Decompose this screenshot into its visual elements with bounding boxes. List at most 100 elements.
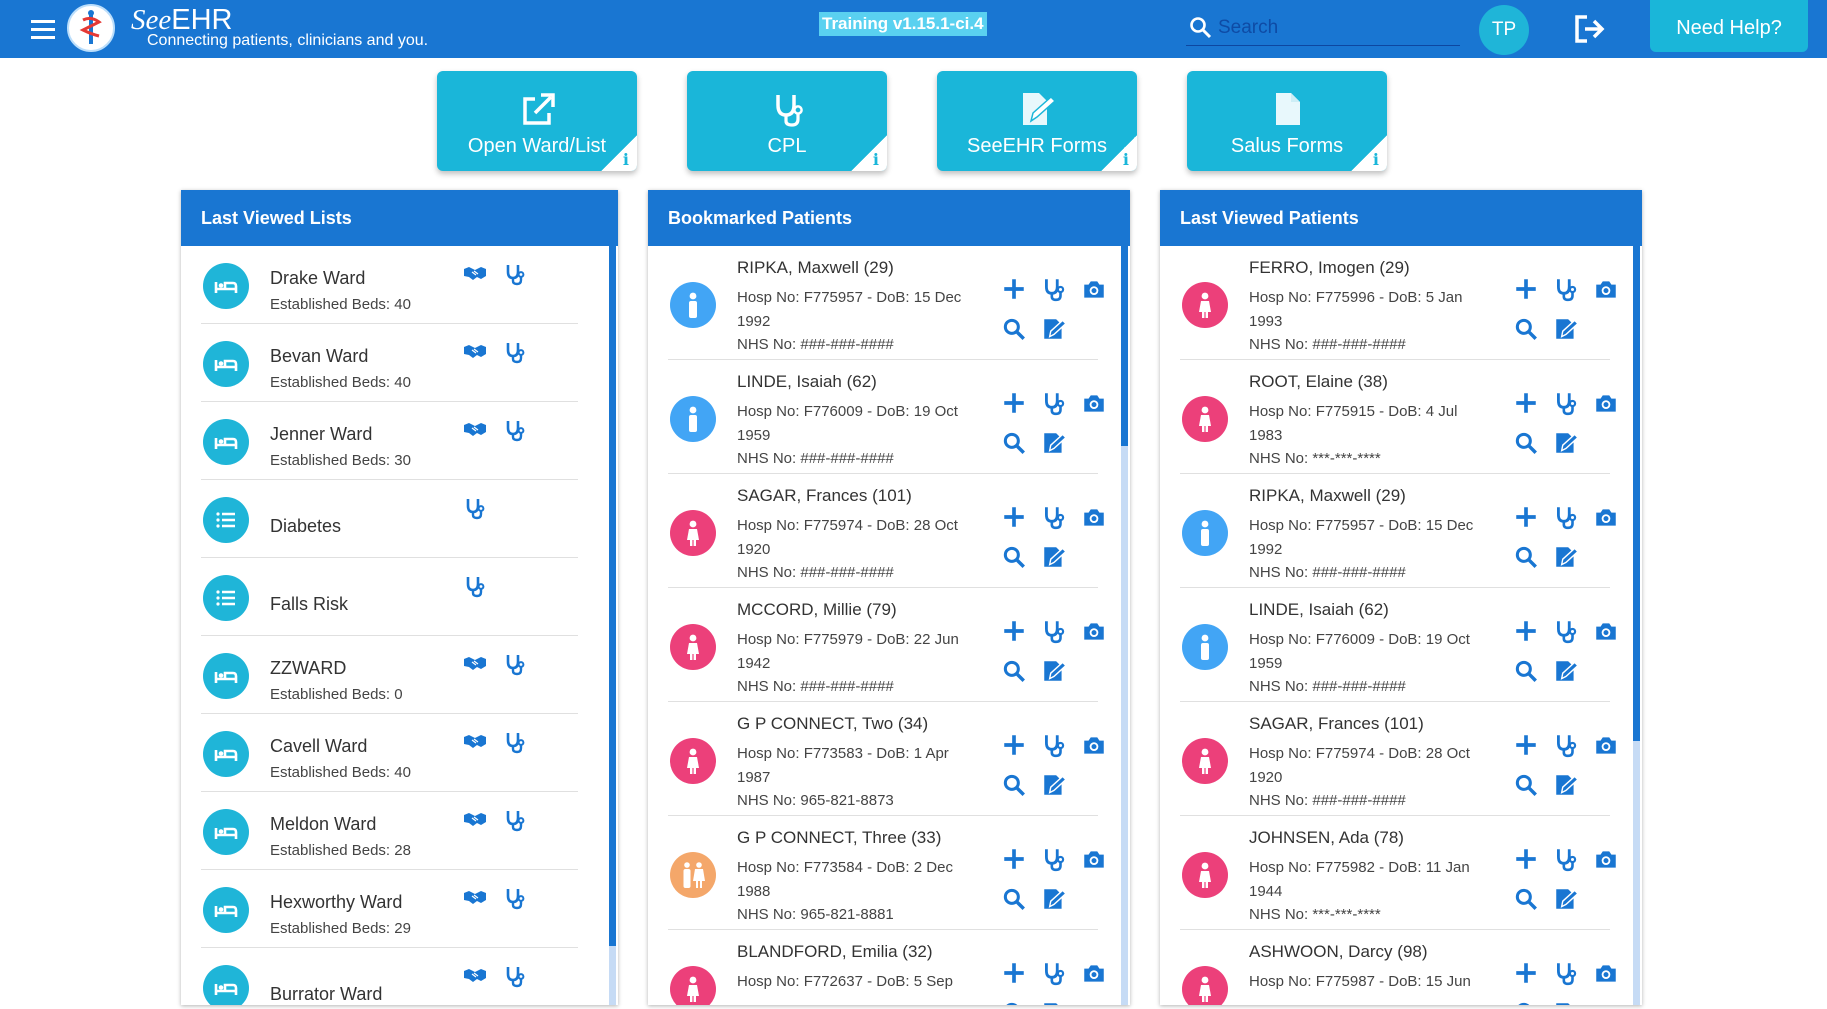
stethoscope-icon[interactable] [503,262,529,286]
stethoscope-icon[interactable] [503,730,529,754]
search-icon[interactable] [1513,544,1539,570]
camera-icon[interactable] [1081,846,1107,872]
edit-form-icon[interactable] [1553,1000,1579,1005]
list-item[interactable]: Meldon Ward Established Beds: 28 [201,792,578,870]
camera-icon[interactable] [1081,276,1107,302]
search-icon[interactable] [1001,1000,1027,1005]
add-icon[interactable] [1001,732,1027,758]
stethoscope-icon[interactable] [463,574,489,598]
patient-name[interactable]: FERRO, Imogen (29) [1249,258,1410,278]
scrollbar[interactable] [609,246,616,1005]
patient-row[interactable]: SAGAR, Frances (101) Hosp No: F775974 - D… [668,474,1104,588]
stethoscope-icon[interactable] [1041,390,1067,416]
info-icon[interactable]: i [601,135,637,171]
search-input[interactable] [1216,13,1460,43]
patient-row[interactable]: RIPKA, Maxwell (29) Hosp No: F775957 - Do… [668,246,1104,360]
stethoscope-icon[interactable] [1041,732,1067,758]
search-icon[interactable] [1001,658,1027,684]
search-icon[interactable] [1513,430,1539,456]
patient-name[interactable]: MCCORD, Millie (79) [737,600,897,620]
camera-icon[interactable] [1081,390,1107,416]
add-icon[interactable] [1001,276,1027,302]
patient-name[interactable]: RIPKA, Maxwell (29) [737,258,894,278]
search-icon[interactable] [1001,886,1027,912]
lists-list[interactable]: Drake Ward Established Beds: 40 Bevan Ward… [181,246,606,1005]
patient-row[interactable]: RIPKA, Maxwell (29) Hosp No: F775957 - Do… [1180,474,1616,588]
menu-icon[interactable] [29,17,57,41]
add-icon[interactable] [1513,276,1539,302]
patient-name[interactable]: BLANDFORD, Emilia (32) [737,942,933,962]
stethoscope-icon[interactable] [503,340,529,364]
add-icon[interactable] [1513,390,1539,416]
camera-icon[interactable] [1593,732,1619,758]
camera-icon[interactable] [1593,276,1619,302]
stethoscope-icon[interactable] [1553,960,1579,986]
handshake-icon[interactable] [463,262,489,286]
list-item[interactable]: Hexworthy Ward Established Beds: 29 [201,870,578,948]
info-icon[interactable]: i [1351,135,1387,171]
patient-row[interactable]: LINDE, Isaiah (62) Hosp No: F776009 - DoB… [1180,588,1616,702]
list-item[interactable]: ZZWARD Established Beds: 0 [201,636,578,714]
camera-icon[interactable] [1081,504,1107,530]
search-icon[interactable] [1001,772,1027,798]
camera-icon[interactable] [1081,618,1107,644]
edit-form-icon[interactable] [1041,772,1067,798]
edit-form-icon[interactable] [1041,316,1067,342]
list-item[interactable]: Bevan Ward Established Beds: 40 [201,324,578,402]
patient-row[interactable]: FERRO, Imogen (29) Hosp No: F775996 - DoB… [1180,246,1616,360]
logout-icon[interactable] [1573,13,1607,45]
bookmarked-patients-list[interactable]: RIPKA, Maxwell (29) Hosp No: F775957 - Do… [648,246,1118,1005]
edit-form-icon[interactable] [1041,430,1067,456]
camera-icon[interactable] [1593,390,1619,416]
patient-row[interactable]: ROOT, Elaine (38) Hosp No: F775915 - DoB:… [1180,360,1616,474]
info-icon[interactable]: i [1101,135,1137,171]
list-item[interactable]: Burrator Ward [201,948,578,1005]
stethoscope-icon[interactable] [1553,276,1579,302]
patient-name[interactable]: SAGAR, Frances (101) [1249,714,1424,734]
handshake-icon[interactable] [463,730,489,754]
stethoscope-icon[interactable] [503,808,529,832]
patient-name[interactable]: G P CONNECT, Two (34) [737,714,928,734]
patient-row[interactable]: LINDE, Isaiah (62) Hosp No: F776009 - DoB… [668,360,1104,474]
user-avatar[interactable]: TP [1479,5,1529,55]
handshake-icon[interactable] [463,964,489,988]
patient-row[interactable]: G P CONNECT, Three (33) Hosp No: F773584 … [668,816,1104,930]
add-icon[interactable] [1513,618,1539,644]
list-item[interactable]: Drake Ward Established Beds: 40 [201,246,578,324]
salus-forms-tile[interactable]: Salus Forms i [1187,71,1387,171]
edit-form-icon[interactable] [1553,658,1579,684]
patient-name[interactable]: ROOT, Elaine (38) [1249,372,1388,392]
handshake-icon[interactable] [463,418,489,442]
stethoscope-icon[interactable] [1041,504,1067,530]
patient-row[interactable]: ASHWOON, Darcy (98) Hosp No: F775987 - Do… [1180,930,1616,1005]
search-icon[interactable] [1001,430,1027,456]
edit-form-icon[interactable] [1041,1000,1067,1005]
list-item[interactable]: Falls Risk [201,558,578,636]
camera-icon[interactable] [1081,732,1107,758]
camera-icon[interactable] [1593,504,1619,530]
patient-row[interactable]: SAGAR, Frances (101) Hosp No: F775974 - D… [1180,702,1616,816]
seeehr-forms-tile[interactable]: SeeEHR Forms i [937,71,1137,171]
stethoscope-icon[interactable] [1041,846,1067,872]
stethoscope-icon[interactable] [1553,732,1579,758]
add-icon[interactable] [1001,960,1027,986]
camera-icon[interactable] [1593,846,1619,872]
stethoscope-icon[interactable] [1041,276,1067,302]
stethoscope-icon[interactable] [1041,618,1067,644]
add-icon[interactable] [1513,732,1539,758]
search-icon[interactable] [1513,886,1539,912]
add-icon[interactable] [1513,846,1539,872]
patient-row[interactable]: JOHNSEN, Ada (78) Hosp No: F775982 - DoB:… [1180,816,1616,930]
stethoscope-icon[interactable] [463,496,489,520]
camera-icon[interactable] [1593,960,1619,986]
search-icon[interactable] [1001,316,1027,342]
handshake-icon[interactable] [463,886,489,910]
patient-row[interactable]: G P CONNECT, Two (34) Hosp No: F773583 - … [668,702,1104,816]
add-icon[interactable] [1513,960,1539,986]
open-ward-list-tile[interactable]: Open Ward/List i [437,71,637,171]
stethoscope-icon[interactable] [1553,504,1579,530]
camera-icon[interactable] [1081,960,1107,986]
stethoscope-icon[interactable] [503,886,529,910]
last-viewed-patients-list[interactable]: FERRO, Imogen (29) Hosp No: F775996 - DoB… [1160,246,1630,1005]
edit-form-icon[interactable] [1041,886,1067,912]
